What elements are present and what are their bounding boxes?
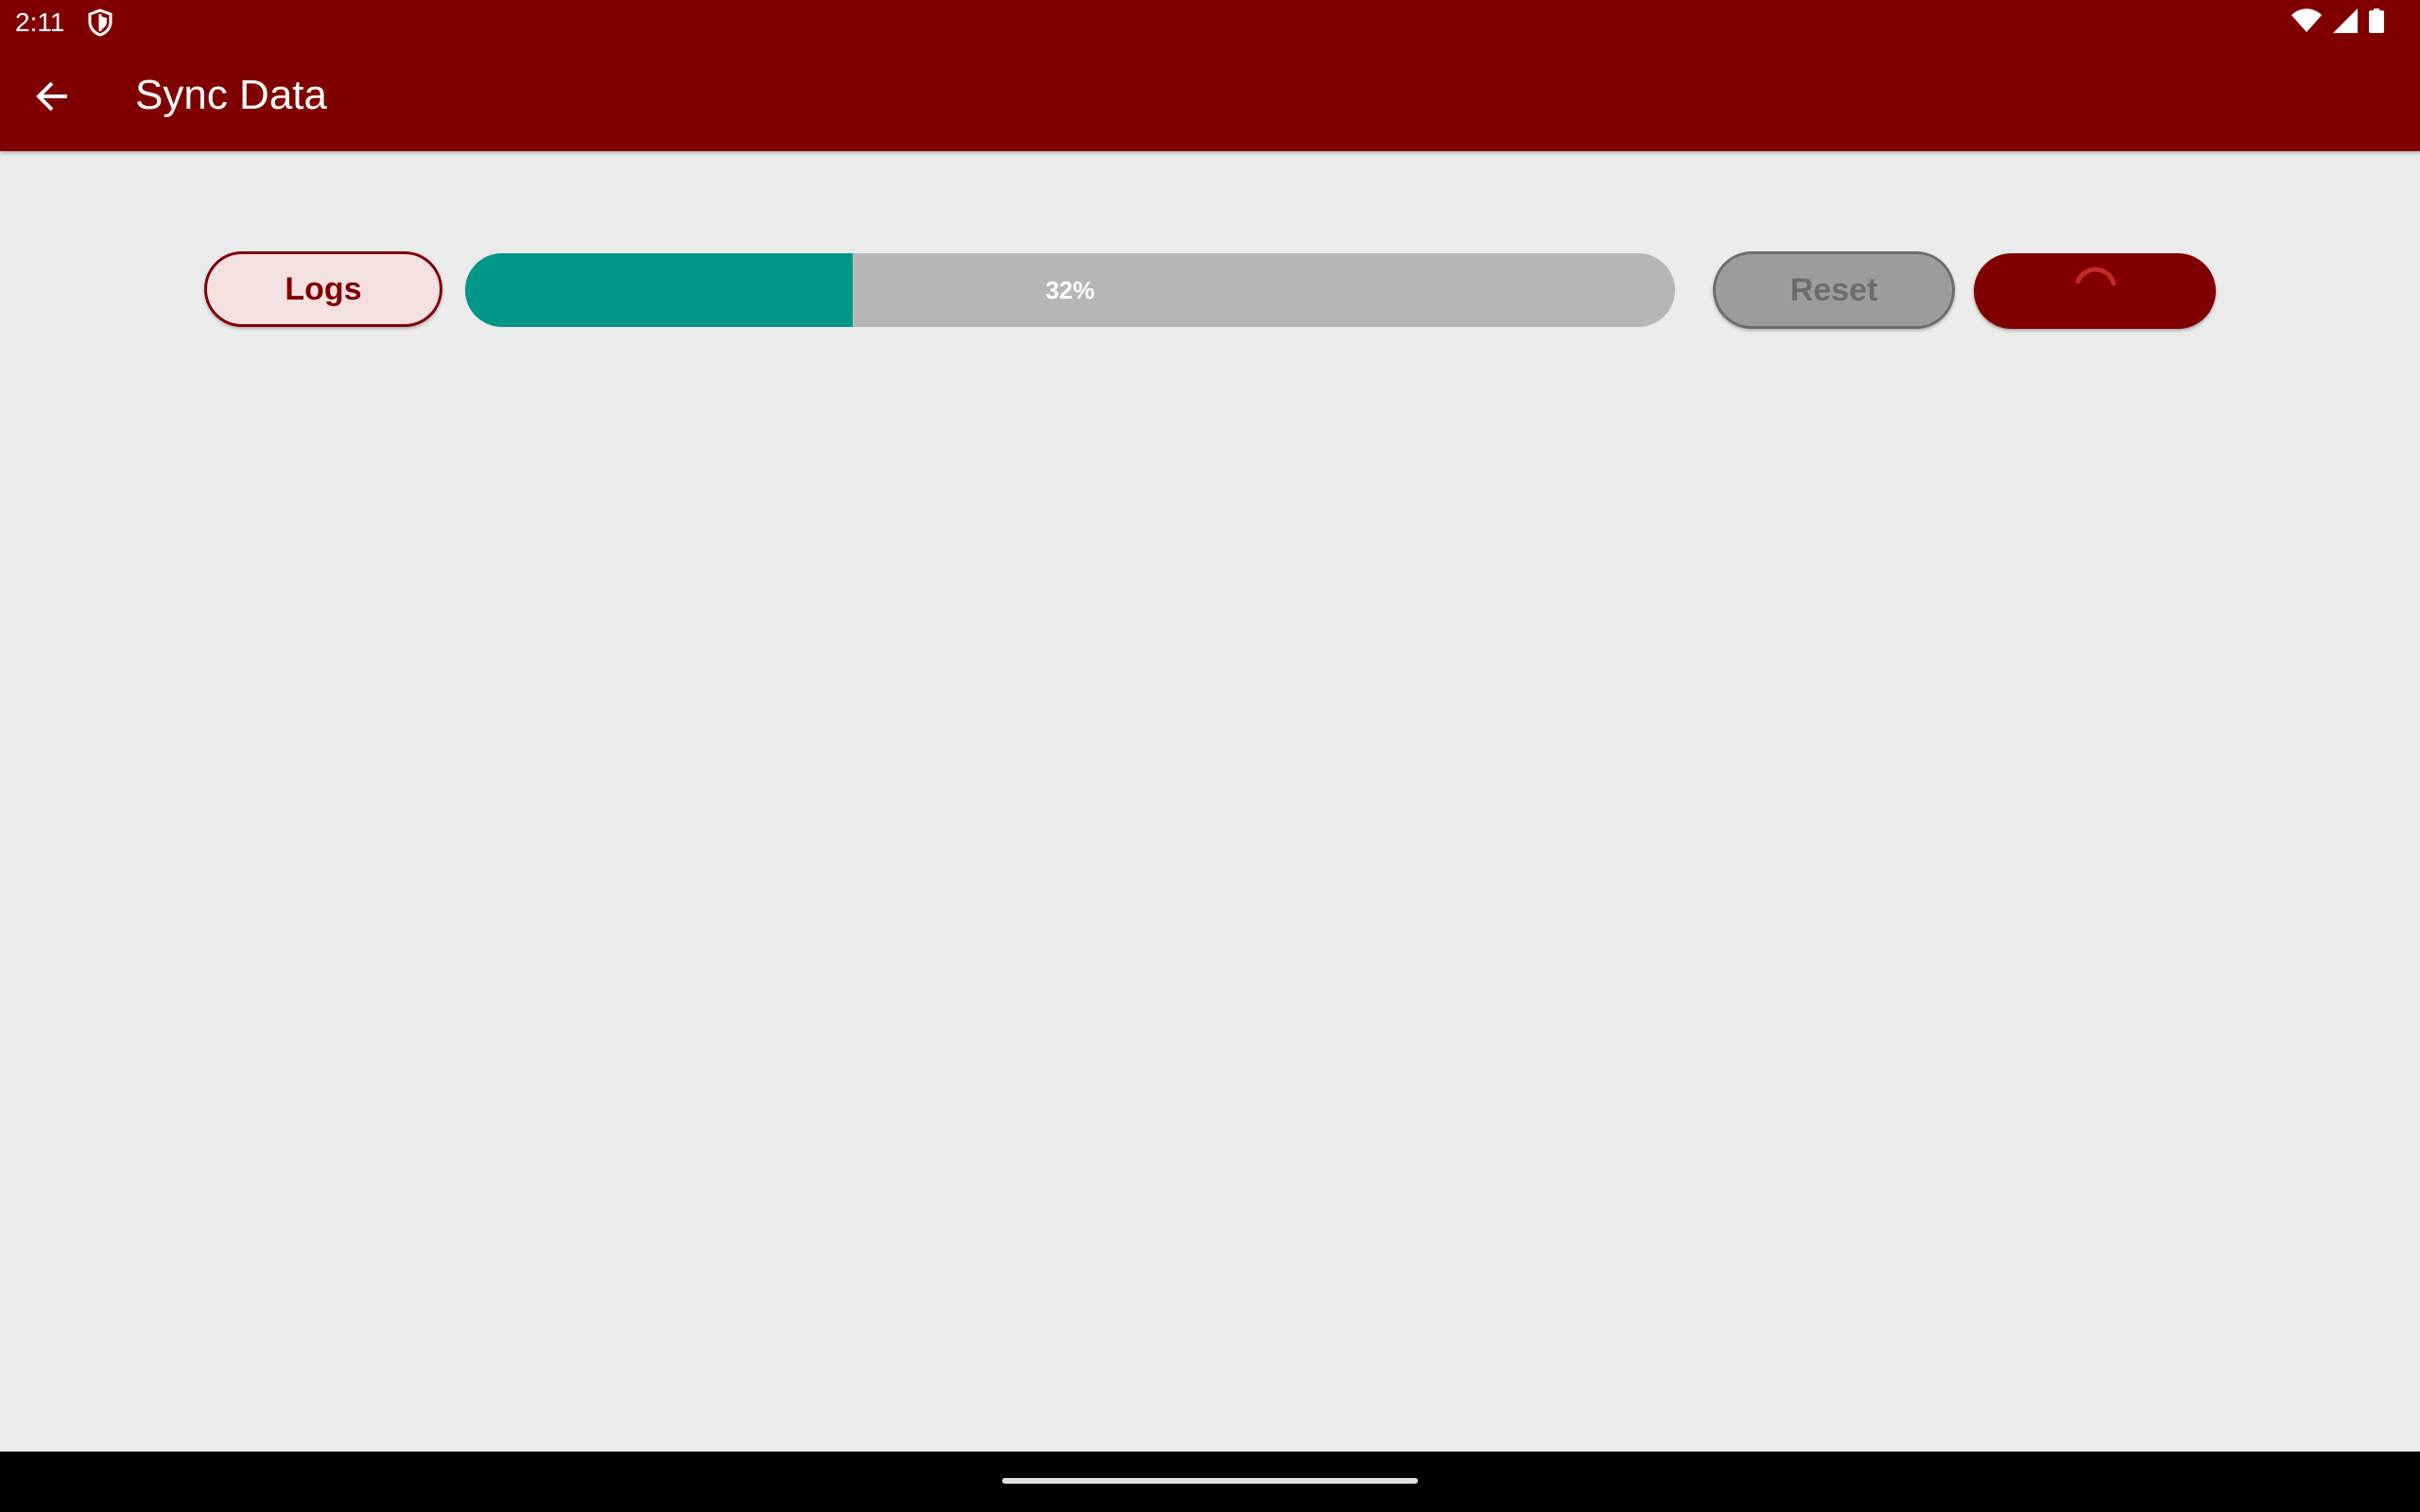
shield-icon xyxy=(87,9,113,37)
sync-controls: Logs 32% Reset xyxy=(0,251,2420,329)
wifi-icon xyxy=(2291,8,2322,38)
reset-button[interactable]: Reset xyxy=(1713,251,1955,329)
battery-icon xyxy=(2369,8,2384,38)
logs-button[interactable]: Logs xyxy=(204,251,442,327)
signal-icon xyxy=(2333,8,2358,38)
progress-percent: 32% xyxy=(1045,275,1096,304)
loading-spinner-icon xyxy=(2066,261,2123,322)
back-button[interactable] xyxy=(21,67,83,129)
sync-button[interactable] xyxy=(1974,253,2216,329)
status-bar: 2:11 xyxy=(0,0,2420,44)
status-icons xyxy=(2291,8,2384,38)
app-bar: Sync Data xyxy=(0,44,2420,151)
home-handle[interactable] xyxy=(1002,1478,1418,1484)
page-title: Sync Data xyxy=(135,72,327,118)
status-time: 2:11 xyxy=(15,8,65,37)
arrow-back-icon xyxy=(35,79,69,118)
navigation-bar xyxy=(0,1452,2420,1512)
sync-progress-bar: 32% xyxy=(465,253,1675,327)
